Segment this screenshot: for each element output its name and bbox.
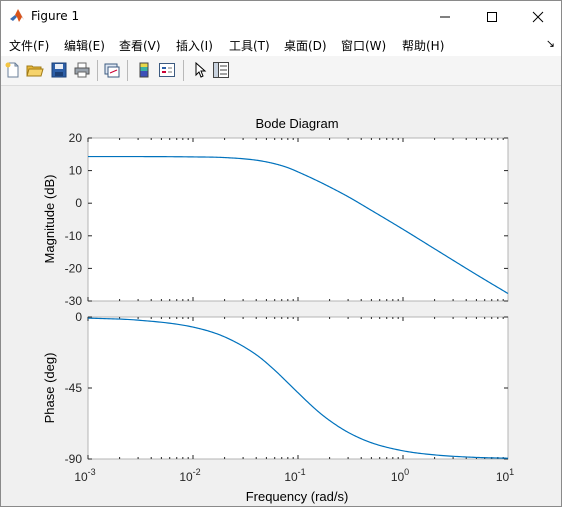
phase-y-tick-label: -45: [65, 381, 83, 395]
bode-plot: Bode Diagram Magnitude (dB) Phase (deg) …: [1, 86, 561, 506]
menu-bar: 文件(F) 编辑(E) 查看(V) 插入(I) 工具(T) 桌面(D) 窗口(W…: [1, 32, 561, 56]
phase-y-tick-label: 0: [75, 310, 82, 324]
magnitude-y-tick-label: -10: [65, 229, 83, 243]
magnitude-y-tick-label: 10: [69, 164, 83, 178]
maximize-button[interactable]: [469, 1, 515, 32]
menu-view[interactable]: 查看(V): [119, 37, 161, 54]
open-file-icon[interactable]: [26, 61, 44, 79]
menu-desktop[interactable]: 桌面(D): [284, 37, 327, 54]
phase-y-tick-label: -90: [65, 452, 83, 466]
close-icon: [532, 11, 544, 22]
close-button[interactable]: [515, 1, 561, 32]
frequency-xlabel: Frequency (rad/s): [246, 489, 349, 504]
magnitude-ylabel: Magnitude (dB): [42, 175, 57, 264]
window-title: Figure 1: [31, 9, 80, 23]
magnitude-y-tick-label: 20: [69, 131, 83, 145]
toolbar-separator: [97, 60, 98, 81]
minimize-button[interactable]: [422, 1, 468, 32]
toolbar-separator: [183, 60, 184, 81]
property-inspector-icon[interactable]: [212, 61, 230, 79]
menu-window[interactable]: 窗口(W): [341, 37, 386, 54]
menu-insert[interactable]: 插入(I): [176, 37, 213, 54]
menu-overflow-icon[interactable]: ↘: [546, 37, 555, 50]
magnitude-y-tick-label: -20: [65, 261, 83, 275]
menu-help[interactable]: 帮助(H): [402, 37, 444, 54]
insert-legend-icon[interactable]: [158, 61, 176, 79]
magnitude-axes: [87, 137, 509, 302]
print-icon[interactable]: [73, 61, 91, 79]
menu-edit[interactable]: 编辑(E): [64, 37, 105, 54]
matlab-logo-icon: [10, 9, 24, 22]
chart-title: Bode Diagram: [255, 116, 338, 131]
new-figure-icon[interactable]: [4, 61, 22, 79]
title-bar: Figure 1: [1, 1, 561, 32]
phase-axes: [87, 316, 509, 460]
phase-ylabel: Phase (deg): [42, 353, 57, 424]
magnitude-y-tick-label: -30: [65, 294, 83, 308]
magnitude-y-tick-label: 0: [75, 196, 82, 210]
link-plot-icon[interactable]: [103, 61, 121, 79]
edit-plot-arrow-icon[interactable]: [190, 61, 208, 79]
toolbar-separator: [127, 60, 128, 81]
toolbar: [1, 56, 561, 86]
maximize-icon: [487, 11, 497, 22]
minimize-icon: [440, 16, 450, 17]
save-icon[interactable]: [50, 61, 68, 79]
figure-window: Figure 1 文件(F) 编辑(E) 查看(V) 插入(I) 工具(T) 桌…: [0, 0, 562, 507]
insert-colorbar-icon[interactable]: [135, 61, 153, 79]
menu-tools[interactable]: 工具(T): [229, 37, 270, 54]
menu-file[interactable]: 文件(F): [9, 37, 49, 54]
